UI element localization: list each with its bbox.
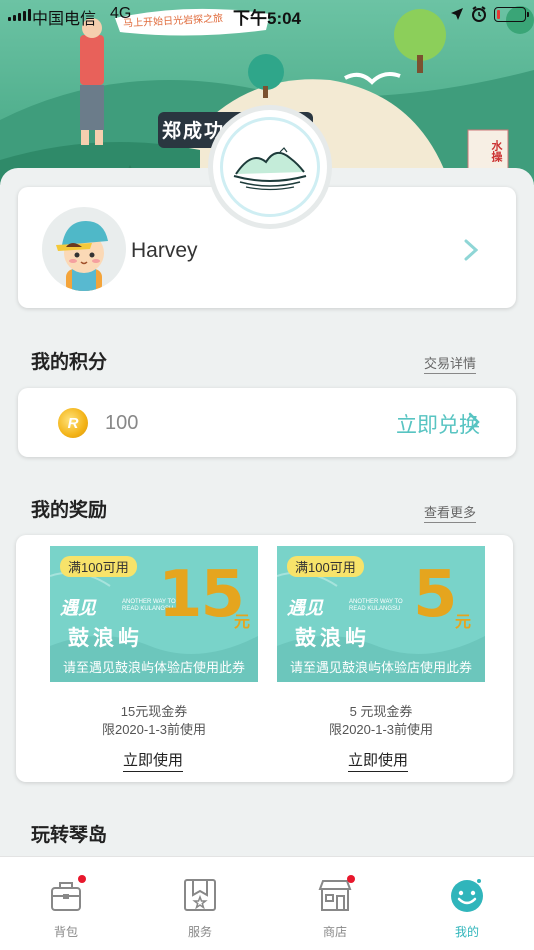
use-coupon-button[interactable]: 立即使用 (123, 749, 184, 772)
coupon-unit: 元 (455, 614, 472, 631)
points-card: R 100 立即兑换 (18, 388, 516, 457)
coupon-brand-line1: 遇见 (60, 598, 96, 618)
tab-backpack[interactable]: 背包 (31, 875, 101, 940)
battery-icon (494, 6, 529, 22)
tab-services[interactable]: 服务 (165, 877, 235, 940)
banner-sign-text: 郑成功 (162, 121, 226, 142)
coupon-note: 请至遇见鼓浪屿体验店使用此券 (289, 660, 472, 675)
tab-label: 服务 (187, 925, 212, 939)
store-icon (317, 875, 355, 913)
backpack-icon (48, 875, 86, 913)
location-arrow-icon (451, 8, 463, 20)
tab-mine[interactable]: 我的 (432, 877, 502, 940)
coupon-expiry: 限2020-1-3前使用 (328, 722, 434, 737)
coupon-brand-line1: 遇见 (287, 598, 323, 618)
username: Harvey (131, 239, 198, 262)
coupon-name: 15元现金券 (120, 704, 188, 719)
coupon-note: 请至遇见鼓浪屿体验店使用此券 (62, 660, 245, 675)
coupon-brand-line2: 鼓浪屿 (68, 627, 143, 650)
coupon-amount: 5 (413, 558, 458, 632)
points-section-title: 我的积分 (31, 352, 108, 373)
tab-bar: 背包 服务 商店 我的 (0, 856, 534, 950)
notification-badge (347, 875, 355, 883)
smiley-icon (449, 877, 485, 913)
mountain-logo-icon (233, 147, 307, 191)
coupon-expiry: 限2020-1-3前使用 (101, 722, 207, 737)
tab-label: 我的 (454, 925, 479, 939)
island-logo (213, 110, 327, 224)
coupon-card[interactable]: 满100可用 遇见 ANOTHER WAY TO READ KULANGSU 鼓… (50, 546, 258, 682)
coupon-brand-line2: 鼓浪屿 (295, 627, 370, 650)
chevron-right-icon[interactable] (464, 239, 478, 261)
points-value: 100 (105, 412, 139, 434)
tab-label: 背包 (53, 925, 78, 939)
coupon-requirement: 满100可用 (287, 556, 364, 577)
coupon-brand-en: ANOTHER WAY TO READ KULANGSU (349, 599, 403, 612)
bookmark-star-icon (182, 877, 218, 913)
tab-store[interactable]: 商店 (300, 875, 370, 940)
view-more-link[interactable]: 查看更多 (423, 502, 476, 523)
coupon-card[interactable]: 满100可用 遇见 ANOTHER WAY TO READ KULANGSU 鼓… (277, 546, 485, 682)
coupon-amount: 15 (158, 558, 245, 632)
coupon-name: 5 元现金券 (349, 704, 413, 719)
rewards-card: 满100可用 遇见 ANOTHER WAY TO READ KULANGSU 鼓… (16, 535, 513, 782)
play-section-title: 玩转琴岛 (31, 825, 108, 846)
notification-badge (78, 875, 86, 883)
avatar (42, 207, 126, 291)
redeem-chevron-icon[interactable] (468, 412, 480, 432)
coupon-requirement: 满100可用 (60, 556, 137, 577)
transaction-details-link[interactable]: 交易详情 (423, 353, 476, 374)
rewards-section-title: 我的奖励 (31, 500, 108, 521)
signpost-text: 水操 (490, 140, 502, 162)
coin-icon: R (58, 408, 88, 438)
coupon-unit: 元 (234, 614, 251, 631)
status-bar: 中国电信 4G 下午5:04 (0, 0, 534, 30)
tab-label: 商店 (322, 925, 347, 939)
use-coupon-button[interactable]: 立即使用 (348, 749, 409, 772)
alarm-icon (472, 6, 486, 22)
